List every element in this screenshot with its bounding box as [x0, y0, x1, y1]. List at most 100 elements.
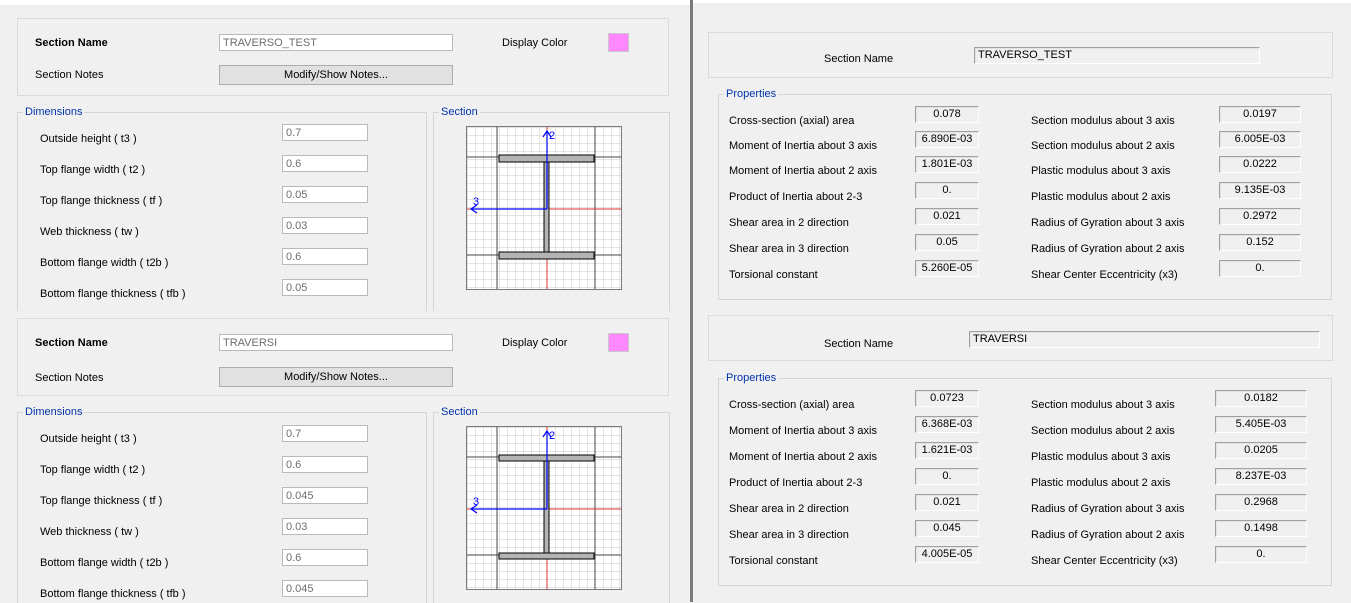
prop-label-s33: Section modulus about 3 axis: [1031, 399, 1175, 411]
prop-label-s33: Section modulus about 3 axis: [1031, 115, 1175, 127]
display-color-label: Display Color: [502, 37, 568, 49]
props-section-name-label: Section Name: [824, 338, 894, 350]
dim-label-bottom-flange-thickness: Bottom flange thickness ( tfb ): [40, 588, 186, 600]
prop-value-as3: 0.05: [915, 234, 979, 251]
prop-label-area: Cross-section (axial) area: [729, 115, 855, 127]
dim-input-bottom-flange-thickness[interactable]: 0.045: [282, 580, 368, 597]
section-group-1: Section 2 3: [433, 106, 670, 314]
section-preview-1: 2 3: [466, 126, 622, 290]
prop-value-s22: 6.005E-03: [1219, 131, 1301, 148]
dim-input-top-flange-thickness[interactable]: 0.05: [282, 186, 368, 203]
prop-label-i23: Product of Inertia about 2-3: [729, 477, 863, 489]
prop-value-shear-center: 0.: [1219, 260, 1301, 277]
props-header-panel-2: Section Name TRAVERSI: [708, 315, 1333, 361]
prop-label-z33: Plastic modulus about 3 axis: [1031, 165, 1171, 177]
dim-label-outside-height: Outside height ( t3 ): [40, 433, 137, 445]
dim-label-bottom-flange-width: Bottom flange width ( t2b ): [40, 557, 169, 569]
prop-value-area: 0.0723: [915, 390, 979, 407]
prop-label-i23: Product of Inertia about 2-3: [729, 191, 863, 203]
modify-show-notes-button[interactable]: Modify/Show Notes...: [219, 367, 453, 387]
dim-label-bottom-flange-width: Bottom flange width ( t2b ): [40, 257, 169, 269]
props-section-name-value: TRAVERSI: [969, 331, 1320, 348]
section-preview-2: 2 3: [466, 426, 622, 590]
properties-group-2: Properties Cross-section (axial) area 0.…: [718, 372, 1332, 586]
dim-input-outside-height[interactable]: 0.7: [282, 425, 368, 442]
prop-label-z22: Plastic modulus about 2 axis: [1031, 191, 1171, 203]
dimensions-title: Dimensions: [23, 106, 85, 118]
section-notes-label: Section Notes: [35, 372, 104, 384]
dim-input-bottom-flange-width[interactable]: 0.6: [282, 549, 368, 566]
dim-input-web-thickness[interactable]: 0.03: [282, 217, 368, 234]
prop-value-i22: 1.801E-03: [915, 156, 979, 173]
prop-label-i33: Moment of Inertia about 3 axis: [729, 140, 877, 152]
section-name-label: Section Name: [35, 337, 108, 349]
prop-label-shear-center: Shear Center Eccentricity (x3): [1031, 555, 1178, 567]
dim-input-bottom-flange-width[interactable]: 0.6: [282, 248, 368, 265]
section-title: Section: [439, 106, 480, 118]
properties-title: Properties: [724, 88, 779, 100]
section-name-input[interactable]: TRAVERSI: [219, 334, 453, 351]
prop-value-i23: 0.: [915, 468, 979, 485]
dim-input-outside-height[interactable]: 0.7: [282, 124, 368, 141]
prop-value-shear-center: 0.: [1215, 546, 1307, 563]
prop-label-r22: Radius of Gyration about 2 axis: [1031, 243, 1185, 255]
left-dialog-separator: [0, 311, 690, 316]
prop-value-as3: 0.045: [915, 520, 979, 537]
top-title-strip: [0, 0, 690, 5]
props-header-panel-1: Section Name TRAVERSO_TEST: [708, 32, 1333, 78]
axis-2-label: 2: [549, 430, 555, 442]
dim-input-bottom-flange-thickness[interactable]: 0.05: [282, 279, 368, 296]
prop-label-as3: Shear area in 3 direction: [729, 243, 849, 255]
right-top-edge: [693, 0, 1351, 3]
modify-show-notes-button[interactable]: Modify/Show Notes...: [219, 65, 453, 85]
prop-value-z22: 9.135E-03: [1219, 182, 1301, 199]
dim-label-top-flange-width: Top flange width ( t2 ): [40, 464, 146, 476]
axis-3-label: 3: [473, 196, 479, 208]
dimensions-group-1: Dimensions Outside height ( t3 ) 0.7 Top…: [17, 106, 427, 314]
dim-input-top-flange-width[interactable]: 0.6: [282, 155, 368, 172]
prop-label-r33: Radius of Gyration about 3 axis: [1031, 217, 1185, 229]
section-name-input[interactable]: TRAVERSO_TEST: [219, 34, 453, 51]
prop-value-r22: 0.1498: [1215, 520, 1307, 537]
dimensions-title: Dimensions: [23, 406, 85, 418]
dim-label-top-flange-width: Top flange width ( t2 ): [40, 164, 146, 176]
section-header-panel-2: Section Name TRAVERSI Display Color Sect…: [17, 318, 669, 396]
prop-value-s33: 0.0197: [1219, 106, 1301, 123]
prop-value-i22: 1.621E-03: [915, 442, 979, 459]
dimensions-group-2: Dimensions Outside height ( t3 ) 0.7 Top…: [17, 406, 427, 603]
prop-label-torsion: Torsional constant: [729, 269, 818, 281]
prop-label-as2: Shear area in 2 direction: [729, 503, 849, 515]
dim-input-top-flange-width[interactable]: 0.6: [282, 456, 368, 473]
prop-value-z33: 0.0205: [1215, 442, 1307, 459]
prop-label-torsion: Torsional constant: [729, 555, 818, 567]
dim-input-top-flange-thickness[interactable]: 0.045: [282, 487, 368, 504]
dim-label-top-flange-thickness: Top flange thickness ( tf ): [40, 195, 163, 207]
axis-3-label: 3: [473, 496, 479, 508]
dim-input-web-thickness[interactable]: 0.03: [282, 518, 368, 535]
prop-label-i22: Moment of Inertia about 2 axis: [729, 451, 877, 463]
props-section-name-value: TRAVERSO_TEST: [974, 47, 1260, 64]
section-title: Section: [439, 406, 480, 418]
prop-label-as2: Shear area in 2 direction: [729, 217, 849, 229]
prop-label-area: Cross-section (axial) area: [729, 399, 855, 411]
prop-value-r22: 0.152: [1219, 234, 1301, 251]
prop-value-torsion: 5.260E-05: [915, 260, 979, 277]
prop-value-i33: 6.368E-03: [915, 416, 979, 433]
display-color-swatch[interactable]: [608, 333, 629, 352]
axis-2-label: 2: [549, 130, 555, 142]
prop-label-i22: Moment of Inertia about 2 axis: [729, 165, 877, 177]
section-header-panel-1: Section Name TRAVERSO_TEST Display Color…: [17, 18, 669, 96]
prop-value-s22: 5.405E-03: [1215, 416, 1307, 433]
prop-value-as2: 0.021: [915, 494, 979, 511]
prop-label-r33: Radius of Gyration about 3 axis: [1031, 503, 1185, 515]
section-group-2: Section 2 3: [433, 406, 670, 603]
prop-value-torsion: 4.005E-05: [915, 546, 979, 563]
prop-value-as2: 0.021: [915, 208, 979, 225]
display-color-swatch[interactable]: [608, 33, 629, 52]
prop-value-s33: 0.0182: [1215, 390, 1307, 407]
section-notes-label: Section Notes: [35, 69, 104, 81]
dim-label-top-flange-thickness: Top flange thickness ( tf ): [40, 495, 163, 507]
prop-value-z33: 0.0222: [1219, 156, 1301, 173]
prop-label-z22: Plastic modulus about 2 axis: [1031, 477, 1171, 489]
properties-title: Properties: [724, 372, 779, 384]
